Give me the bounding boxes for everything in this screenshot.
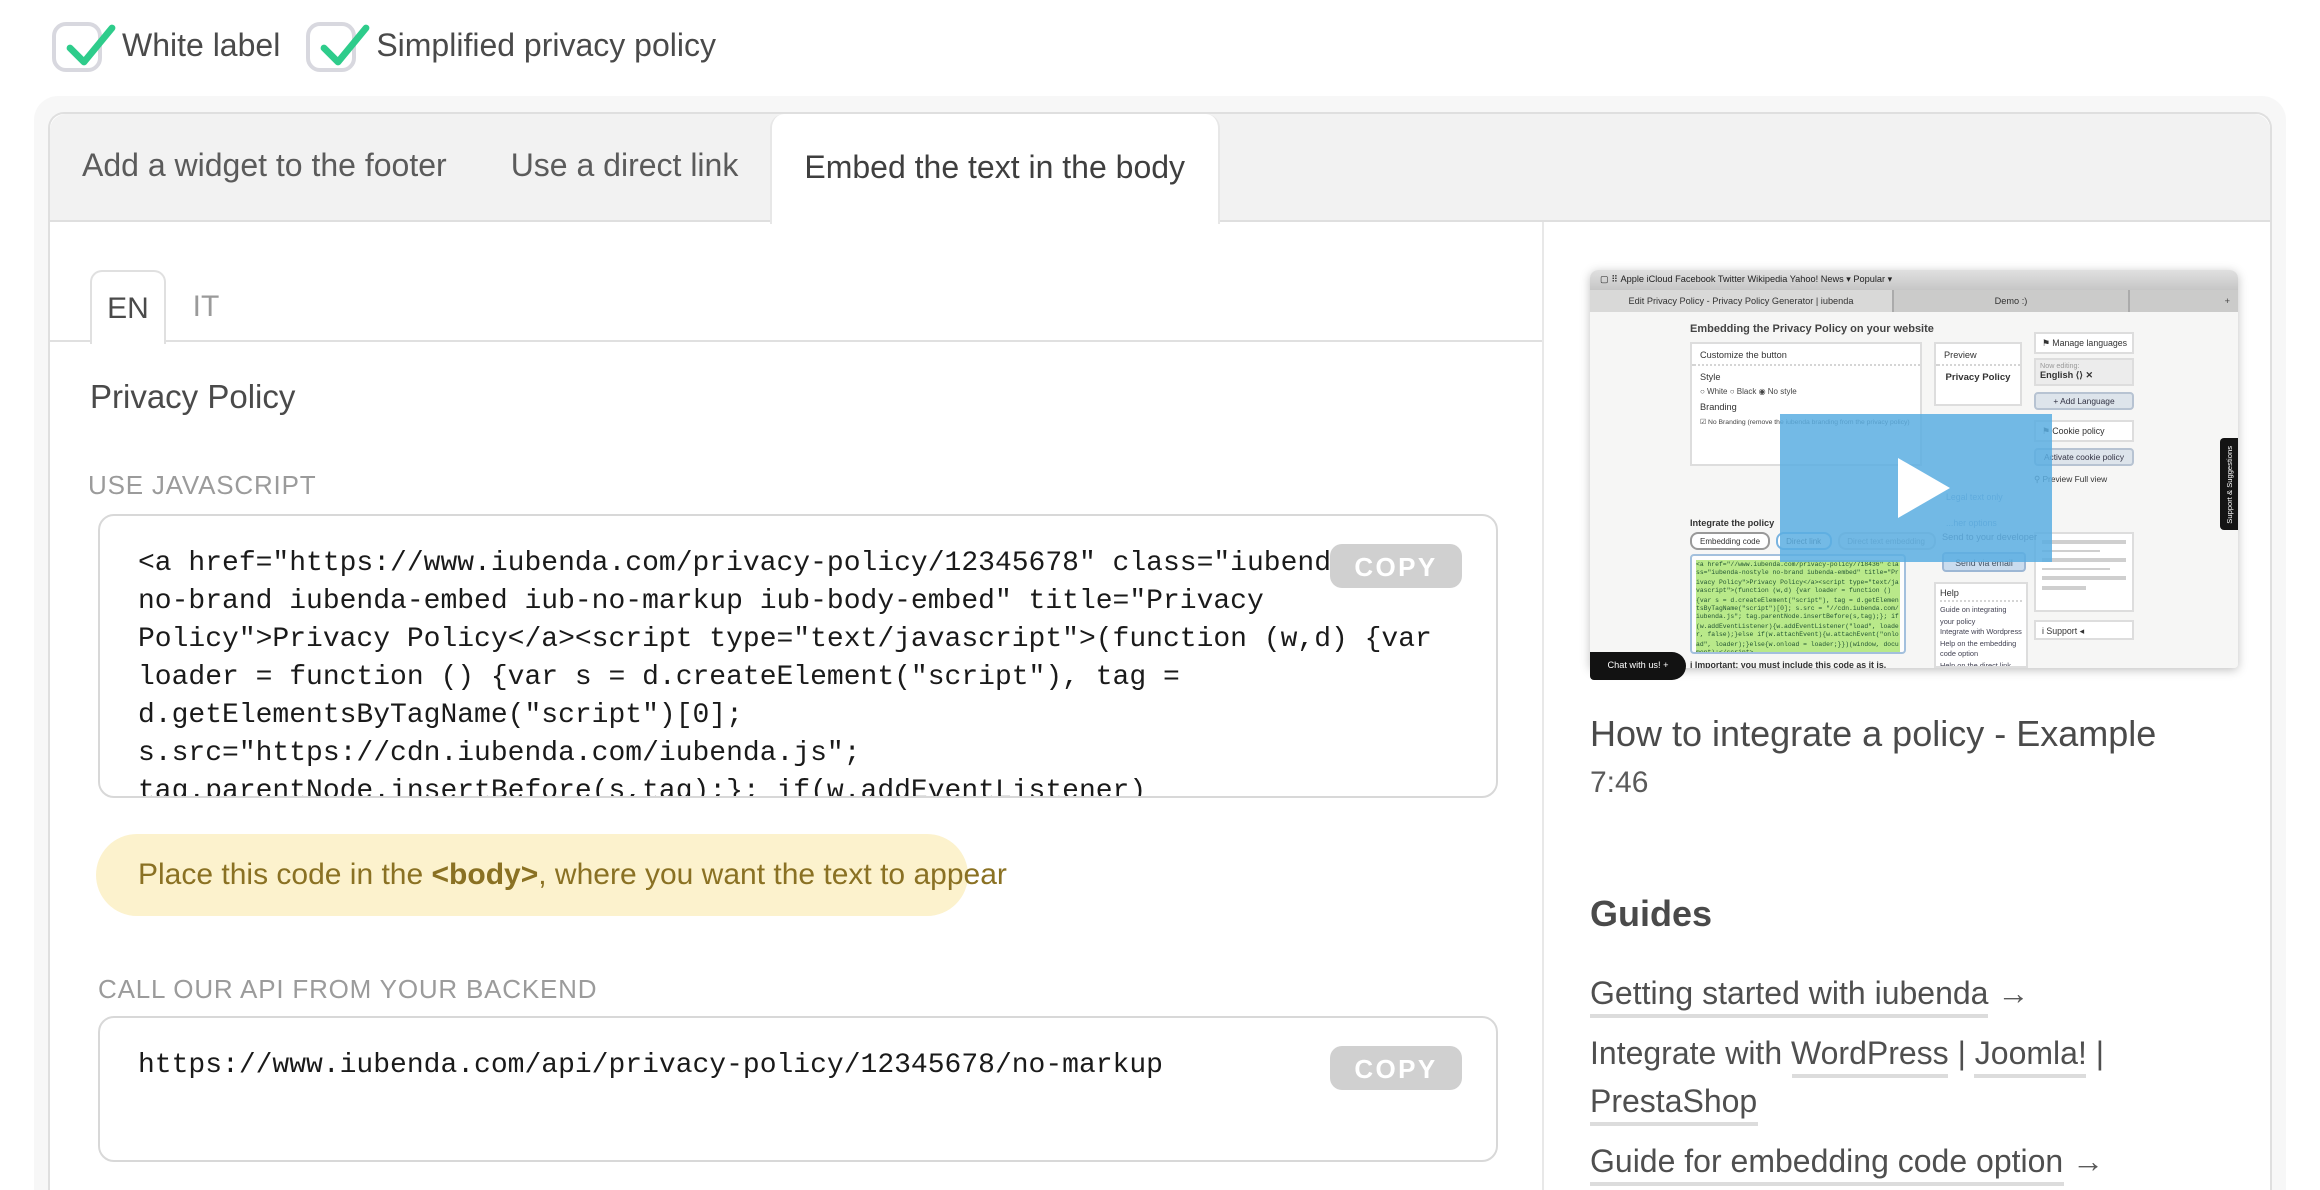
thumbnail-support-tab-text: Support & Suggestions <box>2225 445 2233 523</box>
guides-heading: Guides <box>1590 894 1712 936</box>
thumbnail-help-panel: Help Guide on integrating your policy In… <box>1934 582 2028 668</box>
integrate-prefix: Integrate with <box>1590 1038 1791 1072</box>
guide-item-getting-started: Getting started with iubenda → <box>1590 972 2230 1020</box>
thumbnail-style-label: Style <box>1700 372 1912 382</box>
thumbnail-add-language-button: + Add Language <box>2034 392 2134 410</box>
checkmark-icon <box>60 20 120 76</box>
api-code-block[interactable]: https://www.iubenda.com/api/privacy-poli… <box>98 1016 1498 1162</box>
thumbnail-page: Embedding the Privacy Policy on your web… <box>1590 312 2238 668</box>
thumbnail-code-textarea: <a href="//www.iubenda.com/privacy-polic… <box>1690 554 1906 654</box>
video-thumbnail[interactable]: ▢ ⠿ Apple iCloud Facebook Twitter Wikipe… <box>1590 270 2238 686</box>
tab-lang-en[interactable]: EN <box>90 270 166 344</box>
notice-text-suffix: , where you want the text to appear <box>538 858 1007 892</box>
thumbnail-manage-languages-panel: ⚑ Manage languages <box>2034 332 2134 354</box>
thumbnail-browser-tab: Edit Privacy Policy - Privacy Policy Gen… <box>1590 290 1894 312</box>
thumbnail-code-snippet: <a href="//www.iubenda.com/privacy-polic… <box>1696 560 1900 654</box>
wordpress-link[interactable]: WordPress <box>1791 1038 1949 1078</box>
separator: | <box>1949 1038 1975 1072</box>
separator: | <box>2087 1038 2104 1072</box>
play-button-icon[interactable] <box>1780 414 2052 562</box>
getting-started-link[interactable]: Getting started with iubenda <box>1590 978 1988 1018</box>
thumbnail-help-link: Help on the direct link option <box>1940 662 2022 668</box>
thumbnail-new-tab-icon: + <box>2130 290 2238 312</box>
options-row: White label Simplified privacy policy <box>52 22 716 72</box>
arrow-right-icon: → <box>2063 1146 2104 1180</box>
thumbnail-page-heading: Embedding the Privacy Policy on your web… <box>1690 324 1934 336</box>
thumbnail-branding-label: Branding <box>1700 402 1912 412</box>
embedding-guide-link[interactable]: Guide for embedding code option <box>1590 1146 2063 1186</box>
thumbnail-support-panel: i Support ◂ <box>2034 620 2134 640</box>
tab-lang-it[interactable]: IT <box>166 270 246 344</box>
play-triangle-icon <box>1898 458 1950 518</box>
thumbnail-tab-bar: Edit Privacy Policy - Privacy Policy Gen… <box>1590 290 2238 312</box>
white-label-option[interactable]: White label <box>52 22 280 72</box>
thumbnail-now-editing: Now editing: <box>2036 360 2132 370</box>
thumbnail-help-link: Guide on integrating your policy <box>1940 606 2022 628</box>
integration-panel-inner: Add a widget to the footer Use a direct … <box>48 112 2272 1190</box>
thumbnail-style-radios: ○ White ○ Black ◉ No style <box>1700 386 1912 396</box>
arrow-right-icon: → <box>1988 978 2029 1012</box>
guide-item-integrate: Integrate with WordPress | Joomla! | Pre… <box>1590 1032 2230 1128</box>
simplified-privacy-text: Simplified privacy policy <box>376 29 716 65</box>
javascript-embed-code[interactable]: <a href="https://www.iubenda.com/privacy… <box>100 516 1496 798</box>
integration-tab-bar: Add a widget to the footer Use a direct … <box>50 114 2270 222</box>
notice-body-tag: <body> <box>432 858 539 892</box>
thumbnail-pill-embedding-code: Embedding code <box>1690 532 1770 550</box>
thumbnail-preview-panel: Preview Privacy Policy <box>1934 342 2022 406</box>
document-title: Privacy Policy <box>90 380 295 418</box>
language-tab-bar: EN IT <box>50 268 1542 342</box>
guide-item-embedding-guide: Guide for embedding code option → <box>1590 1140 2230 1188</box>
copy-javascript-button[interactable]: COPY <box>1330 544 1462 588</box>
checkmark-icon <box>314 20 374 76</box>
white-label-text: White label <box>122 29 280 65</box>
thumbnail-help-link: Integrate with Wordpress <box>1940 628 2022 639</box>
joomla-link[interactable]: Joomla! <box>1975 1038 2087 1078</box>
thumbnail-browser-tab: Demo :) <box>1894 290 2130 312</box>
thumbnail-language: English ⟨⟩ ✕ <box>2036 370 2132 382</box>
video-title: How to integrate a policy - Example <box>1590 714 2260 756</box>
simplified-privacy-option[interactable]: Simplified privacy policy <box>306 22 716 72</box>
thumbnail-preview-title: Preview <box>1936 344 2020 366</box>
thumbnail-integrate-title: Integrate the policy <box>1690 518 1774 528</box>
thumbnail-support: i Support ◂ <box>2036 622 2132 642</box>
tab-add-widget-footer[interactable]: Add a widget to the footer <box>50 114 479 220</box>
thumbnail-customize-title: Customize the button <box>1692 344 1920 366</box>
tab-embed-text-body[interactable]: Embed the text in the body <box>770 114 1219 224</box>
thumbnail-preview-button: Privacy Policy <box>1936 374 2020 384</box>
thumbnail-bookmarks-bar: ▢ ⠿ Apple iCloud Facebook Twitter Wikipe… <box>1590 270 2238 290</box>
thumbnail-help-link: Help on the embedding code option <box>1940 640 2022 662</box>
guides-list: Getting started with iubenda → Integrate… <box>1590 972 2230 1190</box>
notice-text: Place this code in the <box>138 858 432 892</box>
integration-panel: Add a widget to the footer Use a direct … <box>34 96 2286 1190</box>
simplified-privacy-checkbox[interactable] <box>306 22 356 72</box>
tab-use-direct-link[interactable]: Use a direct link <box>479 114 771 220</box>
thumbnail-manage-languages: ⚑ Manage languages <box>2036 334 2132 354</box>
thumbnail-support-suggestions-tab: Support & Suggestions <box>2220 438 2238 530</box>
copy-api-button[interactable]: COPY <box>1330 1046 1462 1090</box>
thumbnail-important-note: i Important: you must include this code … <box>1690 660 1886 668</box>
thumbnail-chat-button: Chat with us! + <box>1590 652 1686 680</box>
white-label-checkbox[interactable] <box>52 22 102 72</box>
use-javascript-label: USE JAVASCRIPT <box>88 470 316 500</box>
api-url-code[interactable]: https://www.iubenda.com/api/privacy-poli… <box>100 1018 1496 1086</box>
placement-notice: Place this code in the <body>, where you… <box>96 834 968 916</box>
thumbnail-now-editing-box: Now editing: English ⟨⟩ ✕ <box>2034 358 2134 386</box>
video-duration: 7:46 <box>1590 766 1648 800</box>
content-sidebar-divider <box>1542 222 1544 1190</box>
prestashop-link[interactable]: PrestaShop <box>1590 1086 1757 1126</box>
javascript-code-block[interactable]: <a href="https://www.iubenda.com/privacy… <box>98 514 1498 798</box>
thumbnail-help-title: Help <box>1940 588 2022 602</box>
thumbnail-browser-window: ▢ ⠿ Apple iCloud Facebook Twitter Wikipe… <box>1590 270 2238 668</box>
call-api-label: CALL OUR API FROM YOUR BACKEND <box>98 974 597 1004</box>
page: White label Simplified privacy policy Ad… <box>0 0 2320 1190</box>
